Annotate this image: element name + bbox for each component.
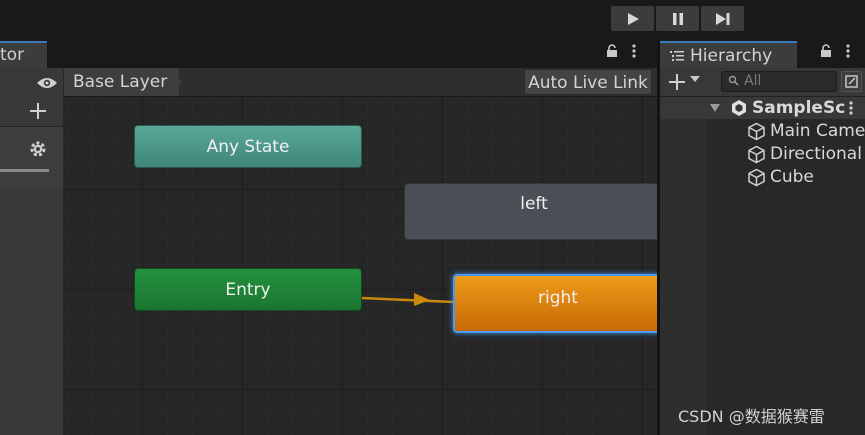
create-plus-icon[interactable] <box>668 73 686 91</box>
layers-list-empty <box>0 187 64 435</box>
hierarchy-item[interactable]: Main Came <box>747 120 865 142</box>
breadcrumb-arrow <box>170 68 182 96</box>
scene-name: SampleSc <box>752 98 846 118</box>
lock-icon[interactable] <box>820 43 832 63</box>
gameobject-cube-icon <box>748 168 765 186</box>
entry-node[interactable]: Entry <box>134 268 362 311</box>
lock-icon[interactable] <box>606 43 618 63</box>
layer-weight-bar <box>0 169 49 172</box>
layers-panel-header <box>0 68 63 97</box>
play-controls <box>611 6 746 32</box>
step-icon <box>715 12 729 25</box>
hierarchy-tab[interactable]: Hierarchy <box>660 41 797 68</box>
gear-icon[interactable] <box>29 140 47 158</box>
chevron-down-icon[interactable] <box>710 104 720 112</box>
hierarchy-item[interactable]: Directional <box>747 143 862 165</box>
transition-arrow[interactable] <box>362 288 456 312</box>
list-icon <box>670 50 684 61</box>
hierarchy-item[interactable]: Cube <box>747 166 814 188</box>
watermark: CSDN @数据猴赛雷 <box>678 407 825 426</box>
chevron-down-icon[interactable] <box>690 76 700 82</box>
any-state-node[interactable]: Any State <box>134 125 362 168</box>
state-node-left[interactable]: left <box>404 183 664 240</box>
add-layer-icon[interactable] <box>29 102 47 120</box>
layer-item[interactable] <box>0 127 63 187</box>
hierarchy-item-label: Directional <box>770 144 862 164</box>
gameobject-cube-icon <box>748 122 765 140</box>
more-options-icon[interactable] <box>632 43 636 63</box>
animator-tab-icons <box>606 43 636 63</box>
state-left-label: left <box>520 194 548 214</box>
search-icon <box>728 75 739 86</box>
eye-icon[interactable] <box>36 76 58 90</box>
state-right-label: right <box>538 288 578 308</box>
hierarchy-item-label: Main Came <box>770 121 865 141</box>
gameobject-cube-icon <box>748 145 765 163</box>
step-button[interactable] <box>701 6 744 31</box>
expand-icon <box>845 75 858 88</box>
hierarchy-item-label: Cube <box>770 167 814 187</box>
any-state-label: Any State <box>206 136 290 157</box>
pause-icon <box>672 12 683 25</box>
state-node-right[interactable]: right <box>453 274 663 333</box>
play-icon <box>627 12 639 25</box>
play-button[interactable] <box>611 6 654 31</box>
layers-toolbar <box>0 96 63 127</box>
hierarchy-tab-icons <box>820 43 850 63</box>
hierarchy-tab-label: Hierarchy <box>690 45 773 66</box>
animator-tab-bar <box>0 40 657 68</box>
auto-live-link-button[interactable]: Auto Live Link <box>524 69 652 95</box>
animator-tab[interactable]: tor <box>0 41 47 68</box>
more-options-icon[interactable] <box>849 101 853 115</box>
entry-label: Entry <box>225 279 271 300</box>
pause-button[interactable] <box>656 6 699 31</box>
scene-row[interactable]: SampleSc <box>660 97 865 119</box>
breadcrumb[interactable]: Base Layer <box>64 68 179 96</box>
unity-scene-icon <box>732 100 746 116</box>
hierarchy-gutter <box>660 118 706 435</box>
more-options-icon[interactable] <box>846 43 850 63</box>
search-options-button[interactable] <box>841 71 862 92</box>
